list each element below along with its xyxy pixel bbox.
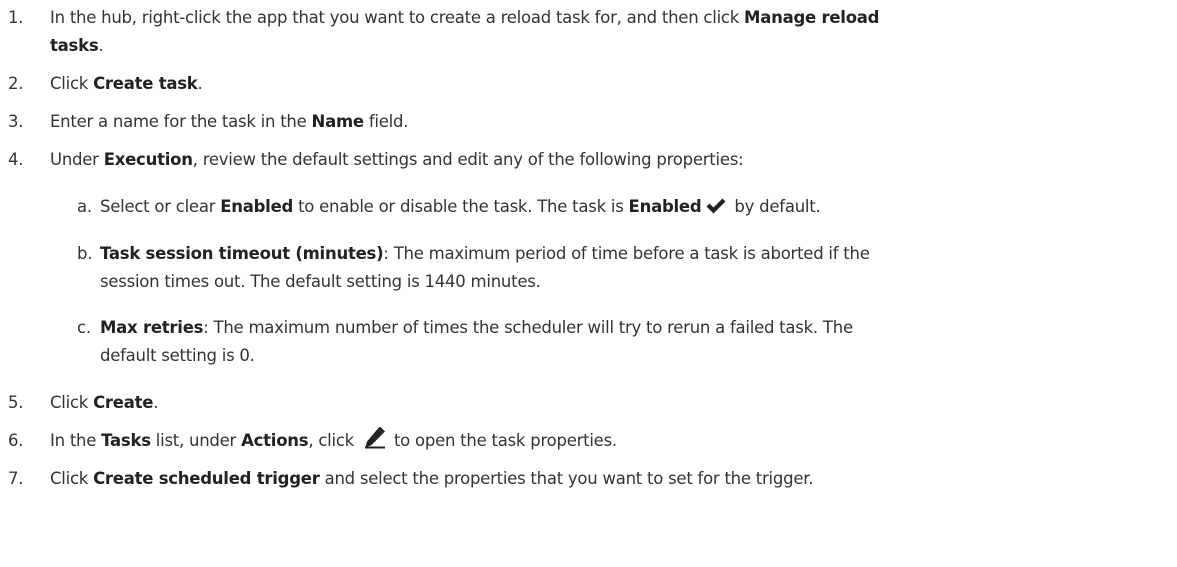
- step-text-segment: In the hub, right-click the app that you…: [50, 8, 745, 27]
- step-text: In the hub, right-click the app that you…: [50, 4, 879, 32]
- step-text-segment: by default.: [729, 197, 821, 216]
- step-text: Click Create scheduled trigger and selec…: [50, 465, 813, 493]
- substep-letter: c.: [77, 318, 91, 337]
- substep-letter: a.: [77, 197, 92, 216]
- step-bold-term: Execution: [103, 150, 193, 169]
- substep-text: Task session timeout (minutes): The maxi…: [100, 240, 870, 268]
- step-text: tasks.: [50, 32, 104, 60]
- step-text-segment: .: [153, 393, 159, 412]
- pencil-icon: [363, 426, 387, 458]
- step-text-segment: Click: [50, 469, 94, 488]
- step-bold-term: Enabled: [628, 197, 702, 216]
- step-bold-term: Actions: [241, 431, 309, 450]
- step-bold-term: Create scheduled trigger: [93, 469, 320, 488]
- step-number: 4.: [8, 150, 24, 169]
- step-text-segment: Under: [50, 150, 104, 169]
- step-text-segment: , review the default settings and edit a…: [192, 150, 744, 169]
- step-text-segment: Select or clear: [100, 197, 221, 216]
- substep-text: Max retries: The maximum number of times…: [100, 314, 853, 342]
- step-text-segment: list, under: [150, 431, 242, 450]
- step-bold-term: Name: [311, 112, 365, 131]
- step-number: 6.: [8, 431, 24, 450]
- step-number: 2.: [8, 74, 24, 93]
- step-bold-term: Manage reload: [744, 8, 880, 27]
- step-text-segment: .: [197, 74, 203, 93]
- step-text-segment: Click: [50, 74, 94, 93]
- step-text: Enter a name for the task in the Name fi…: [50, 108, 408, 136]
- step-number: 5.: [8, 393, 24, 412]
- instruction-document: 1. In the hub, right-click the app that …: [0, 0, 1177, 567]
- step-bold-term: Task session timeout (minutes): [100, 244, 384, 263]
- step-bold-term: Max retries: [100, 318, 204, 337]
- step-text-segment: to enable or disable the task. The task …: [293, 197, 629, 216]
- substep-text: Select or clear Enabled to enable or dis…: [100, 193, 821, 224]
- step-text-segment: Enter a name for the task in the: [50, 112, 312, 131]
- step-text: Click Create task.: [50, 70, 203, 98]
- step-number: 7.: [8, 469, 24, 488]
- step-text-segment: to open the task properties.: [388, 431, 617, 450]
- step-text-segment: Click: [50, 393, 94, 412]
- substep-letter: b.: [77, 244, 93, 263]
- step-bold-term: tasks: [50, 36, 99, 55]
- step-bold-term: Create task: [93, 74, 198, 93]
- step-text-segment: : The maximum period of time before a ta…: [383, 244, 870, 263]
- step-text-segment: , click: [308, 431, 359, 450]
- step-text-segment: field.: [363, 112, 409, 131]
- step-text: In the Tasks list, under Actions, click …: [50, 426, 617, 458]
- step-text-segment: and select the properties that you want …: [319, 469, 814, 488]
- step-bold-term: Create: [93, 393, 154, 412]
- step-number: 3.: [8, 112, 24, 131]
- step-number: 1.: [8, 8, 24, 27]
- step-text-segment: .: [98, 36, 104, 55]
- step-text-segment: In the: [50, 431, 102, 450]
- substep-text: default setting is 0.: [100, 346, 255, 365]
- step-bold-term: Tasks: [101, 431, 151, 450]
- step-bold-term: Enabled: [220, 197, 294, 216]
- checkmark-icon: [705, 196, 727, 224]
- step-text: Under Execution, review the default sett…: [50, 146, 744, 174]
- substep-text: session times out. The default setting i…: [100, 272, 541, 291]
- step-text: Click Create.: [50, 389, 158, 417]
- step-text-segment: : The maximum number of times the schedu…: [203, 318, 853, 337]
